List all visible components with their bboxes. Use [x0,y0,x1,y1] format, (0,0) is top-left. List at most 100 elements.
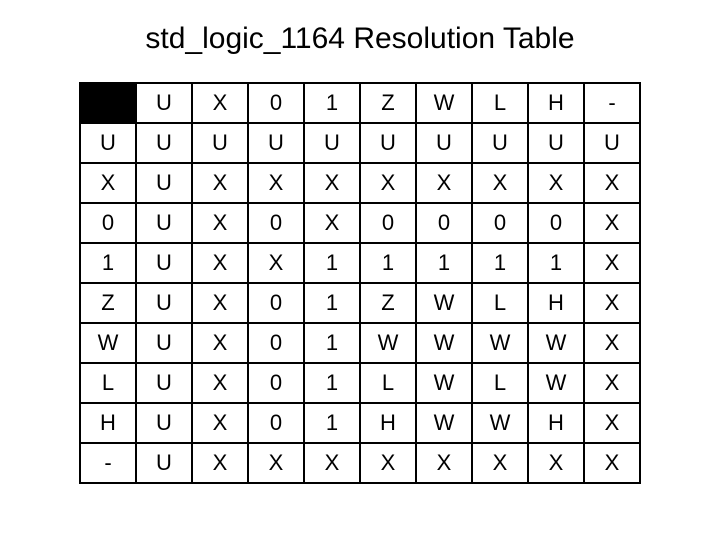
cell: X [472,163,528,203]
cell: W [472,323,528,363]
cell: 0 [472,203,528,243]
cell: 1 [528,243,584,283]
cell: X [304,443,360,483]
cell: X [584,163,640,203]
cell: U [192,123,248,163]
col-header: L [472,83,528,123]
row-header: W [80,323,136,363]
table-row: H U X 0 1 H W W H X [80,403,640,443]
cell: U [136,363,192,403]
cell: 0 [248,363,304,403]
cell: W [360,323,416,363]
row-header: 1 [80,243,136,283]
col-header: W [416,83,472,123]
col-header: 0 [248,83,304,123]
cell: X [192,403,248,443]
cell: 0 [248,403,304,443]
table-row: W U X 0 1 W W W W X [80,323,640,363]
cell: X [584,363,640,403]
table-row: X U X X X X X X X X [80,163,640,203]
cell: U [136,283,192,323]
table-row: 0 U X 0 X 0 0 0 0 X [80,203,640,243]
cell: L [472,363,528,403]
header-row: U X 0 1 Z W L H - [80,83,640,123]
cell: X [584,323,640,363]
cell: U [136,123,192,163]
col-header: - [584,83,640,123]
cell: 1 [416,243,472,283]
cell: X [248,163,304,203]
cell: X [192,323,248,363]
cell: U [416,123,472,163]
resolution-table: U X 0 1 Z W L H - U U U U U U U U U U X … [79,82,641,484]
row-header: - [80,443,136,483]
row-header: Z [80,283,136,323]
cell: U [472,123,528,163]
cell: W [416,363,472,403]
corner-cell [80,83,136,123]
resolution-table-container: U X 0 1 Z W L H - U U U U U U U U U U X … [79,82,641,484]
cell: 0 [248,283,304,323]
cell: H [528,403,584,443]
cell: U [136,403,192,443]
col-header: U [136,83,192,123]
cell: U [304,123,360,163]
cell: X [416,163,472,203]
table-row: - U X X X X X X X X [80,443,640,483]
cell: H [360,403,416,443]
cell: 1 [304,323,360,363]
cell: X [584,283,640,323]
cell: L [360,363,416,403]
cell: X [192,203,248,243]
cell: 1 [472,243,528,283]
cell: 1 [360,243,416,283]
cell: X [472,443,528,483]
table-row: U U U U U U U U U U [80,123,640,163]
cell: W [528,363,584,403]
cell: X [584,243,640,283]
cell: W [528,323,584,363]
table-row: Z U X 0 1 Z W L H X [80,283,640,323]
cell: W [472,403,528,443]
cell: 1 [304,363,360,403]
cell: X [584,203,640,243]
table-row: 1 U X X 1 1 1 1 1 X [80,243,640,283]
cell: 0 [416,203,472,243]
table-row: L U X 0 1 L W L W X [80,363,640,403]
cell: 0 [248,323,304,363]
cell: W [416,323,472,363]
cell: U [136,323,192,363]
cell: X [584,403,640,443]
col-header: H [528,83,584,123]
cell: X [248,443,304,483]
cell: X [192,243,248,283]
cell: U [528,123,584,163]
cell: U [584,123,640,163]
cell: X [304,163,360,203]
cell: U [136,443,192,483]
cell: U [136,243,192,283]
row-header: U [80,123,136,163]
cell: 1 [304,403,360,443]
cell: 1 [304,283,360,323]
cell: X [192,363,248,403]
row-header: 0 [80,203,136,243]
page-title: std_logic_1164 Resolution Table [145,22,574,56]
cell: X [192,443,248,483]
row-header: X [80,163,136,203]
row-header: L [80,363,136,403]
cell: X [248,243,304,283]
cell: Z [360,283,416,323]
cell: X [528,443,584,483]
cell: X [360,163,416,203]
cell: U [248,123,304,163]
cell: 1 [304,243,360,283]
cell: X [192,163,248,203]
col-header: 1 [304,83,360,123]
cell: X [192,283,248,323]
cell: 0 [248,203,304,243]
cell: X [304,203,360,243]
col-header: Z [360,83,416,123]
cell: 0 [360,203,416,243]
cell: X [528,163,584,203]
